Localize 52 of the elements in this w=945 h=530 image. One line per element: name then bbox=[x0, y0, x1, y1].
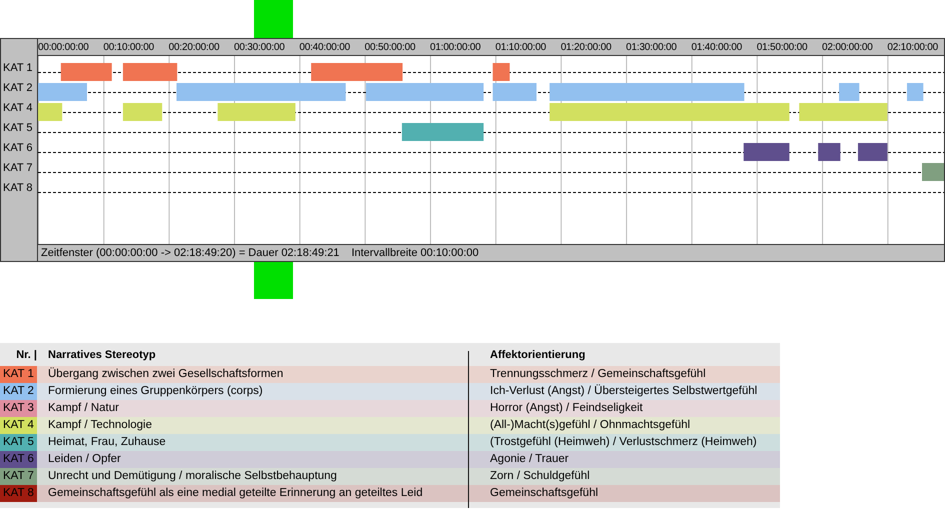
tick-label: 00:50:00:00 bbox=[364, 41, 416, 54]
time-window-text: Zeitfenster (00:00:00:00 -> 02:18:49:20) = Dauer 02:18:49:21 bbox=[41, 247, 340, 259]
playhead-marker bbox=[254, 262, 293, 299]
column-header: Affektorientierung bbox=[489, 348, 586, 360]
table-cell: Ich-Verlust (Angst) / Übersteigertes Selbstwertgefühl bbox=[468, 383, 780, 400]
tick-label: 01:40:00:00 bbox=[691, 41, 742, 54]
track-label: KAT 5 bbox=[2, 121, 34, 136]
tick-label: 00:30:00:00 bbox=[234, 41, 285, 54]
tick-label: 00:20:00:00 bbox=[168, 41, 220, 54]
tick-label: 02:00:00:00 bbox=[822, 41, 873, 54]
category-badge: KAT 2 bbox=[0, 383, 37, 400]
playhead-marker bbox=[254, 0, 293, 38]
table-cell: Formierung eines Gruppenkörpers (corps) bbox=[37, 383, 468, 400]
track-label: KAT 6 bbox=[2, 141, 34, 156]
category-badge: KAT 4 bbox=[0, 417, 37, 434]
track-label: KAT 2 bbox=[2, 81, 34, 96]
table-cell: Übergang zwischen zwei Gesellschaftsformen bbox=[37, 366, 468, 383]
table-cell: Kampf / Technologie bbox=[37, 417, 468, 434]
tick-label: 01:10:00:00 bbox=[495, 41, 546, 54]
table-cell: Horror (Angst) / Feindseligkeit bbox=[468, 400, 780, 417]
table-cell: Gemeinschaftsgefühl als eine medial geteilte Erinnerung an geteiltes Leid bbox=[37, 485, 468, 502]
table-cell: Gemeinschaftsgefühl bbox=[468, 485, 780, 502]
table-cell: Kampf / Natur bbox=[37, 400, 468, 417]
column-header: Nr. | bbox=[15, 348, 37, 360]
track-label: KAT 8 bbox=[2, 181, 34, 196]
tick-label: 01:50:00:00 bbox=[756, 41, 808, 54]
category-badge: KAT 8 bbox=[0, 485, 37, 502]
table-cell: (All-)Macht(s)gefühl / Ohnmachtsgefühl bbox=[468, 417, 780, 434]
table-cell: (Trostgefühl (Heimweh) / Verlustschmerz (Heimweh) bbox=[468, 434, 780, 451]
tick-label: 00:40:00:00 bbox=[299, 41, 350, 54]
track-label: KAT 1 bbox=[2, 61, 34, 76]
tick-label: 01:30:00:00 bbox=[626, 41, 677, 54]
category-badge: KAT 1 bbox=[0, 366, 37, 383]
tick-label: 00:10:00:00 bbox=[103, 41, 154, 54]
tick-label: 02:10:00:00 bbox=[887, 41, 938, 54]
table-cell: Agonie / Trauer bbox=[468, 451, 780, 468]
table-cell: Trennungsschmerz / Gemeinschaftsgefühl bbox=[468, 366, 780, 383]
category-badge: KAT 7 bbox=[0, 468, 37, 485]
table-cell: Zorn / Schuldgefühl bbox=[468, 468, 780, 485]
tick-label: 00:00:00:00 bbox=[38, 41, 89, 54]
table-cell: Heimat, Frau, Zuhause bbox=[37, 434, 468, 451]
table-cell: Unrecht und Demütigung / moralische Selbstbehauptung bbox=[37, 468, 468, 485]
tick-label: 01:00:00:00 bbox=[430, 41, 481, 54]
interval-text: Intervallbreite 00:10:00:00 bbox=[351, 247, 479, 259]
table-cell: Leiden / Opfer bbox=[37, 451, 468, 468]
category-badge: KAT 3 bbox=[0, 400, 37, 417]
track-label: KAT 4 bbox=[2, 101, 34, 116]
category-badge: KAT 5 bbox=[0, 434, 37, 451]
category-badge: KAT 6 bbox=[0, 451, 37, 468]
track-label: KAT 7 bbox=[2, 161, 34, 176]
column-header: Narratives Stereotyp bbox=[47, 348, 157, 360]
tick-label: 01:20:00:00 bbox=[560, 41, 612, 54]
